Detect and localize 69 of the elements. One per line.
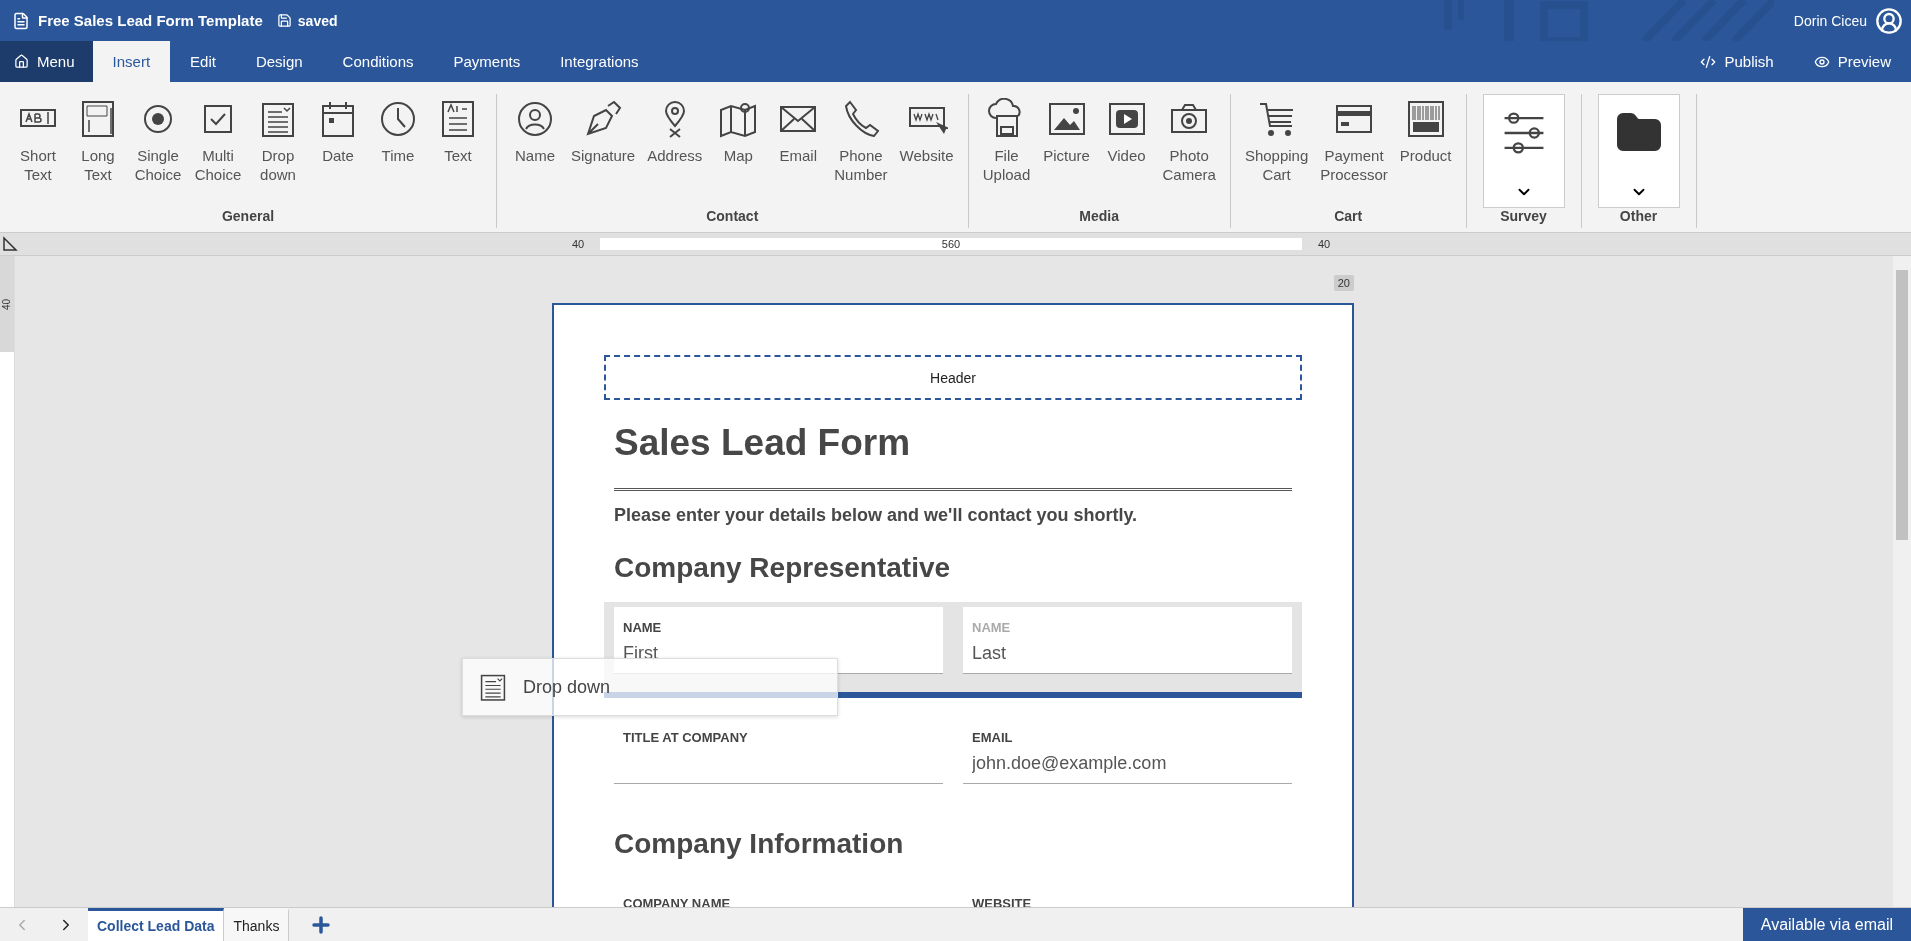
field-input[interactable]: Last: [972, 641, 1283, 665]
insert-field-button[interactable]: Website: [893, 94, 960, 169]
group-label: General: [220, 208, 276, 226]
ribbon-tab[interactable]: Payments: [433, 41, 541, 82]
ruler-margin-label: 40: [570, 238, 586, 250]
group-label: Cart: [1333, 208, 1364, 226]
field-label: EMAIL: [972, 730, 1014, 745]
field-label: TITLE AT COMPANY: [623, 730, 749, 745]
header-placeholder[interactable]: Header: [604, 355, 1302, 400]
insert-field-button[interactable]: Multi Choice: [188, 94, 248, 188]
ruler-corner-icon: [2, 236, 18, 252]
form-intro: Please enter your details below and we'll contact you shortly.: [614, 505, 1139, 526]
insert-field-button[interactable]: Phone Number: [828, 94, 894, 188]
group-label: Other: [1618, 208, 1659, 226]
insert-field-button[interactable]: Short Text: [8, 94, 68, 188]
insert-field-button[interactable]: Email: [768, 94, 829, 169]
insert-field-button[interactable]: Photo Camera: [1156, 94, 1222, 188]
publish-button[interactable]: Publish: [1680, 41, 1794, 82]
insert-field-button[interactable]: Shopping Cart: [1238, 94, 1315, 188]
group-menu-button[interactable]: [1482, 94, 1565, 208]
user-avatar-icon[interactable]: [1875, 6, 1903, 35]
insert-field-button[interactable]: Payment Processor: [1314, 94, 1394, 188]
page-tab[interactable]: Collect Lead Data: [88, 908, 225, 941]
ruler-width-label: 560: [941, 238, 961, 250]
ribbon-tab[interactable]: Insert: [92, 41, 171, 82]
group-label: Contact: [705, 208, 760, 226]
insert-field-button[interactable]: Name: [505, 94, 565, 169]
margin-badge: 20: [1333, 275, 1354, 291]
ribbon-tab[interactable]: Design: [235, 41, 323, 82]
page-tab[interactable]: Thanks: [224, 908, 290, 941]
group-label: Media: [1078, 208, 1121, 226]
document-title: Free Sales Lead Form Template: [38, 12, 263, 29]
ruler-margin-label: 40: [1316, 238, 1332, 250]
insert-field-button[interactable]: Product: [1393, 94, 1458, 169]
code-icon: [1700, 53, 1717, 70]
insert-field-button[interactable]: Long Text: [68, 94, 128, 188]
insert-field-button[interactable]: Picture: [1036, 94, 1097, 169]
field-label: NAME: [972, 620, 1012, 635]
menu-button[interactable]: Menu: [0, 41, 93, 82]
insert-field-button[interactable]: Single Choice: [128, 94, 188, 188]
section-heading: Company Information: [614, 828, 905, 860]
group-menu-button[interactable]: [1597, 94, 1680, 208]
ruler-margin-label: 40: [1, 298, 13, 310]
home-icon: [14, 54, 29, 69]
field-label: NAME: [623, 620, 663, 635]
insert-field-button[interactable]: File Upload: [976, 94, 1037, 188]
form-title: Sales Lead Form: [614, 422, 912, 464]
save-status: saved: [297, 12, 338, 29]
scrollbar[interactable]: [1893, 256, 1911, 907]
preview-button[interactable]: Preview: [1793, 41, 1911, 82]
insert-field-button[interactable]: Address: [641, 94, 709, 169]
insert-field-button[interactable]: Date: [308, 94, 368, 169]
field-input[interactable]: john.doe@example.com: [972, 751, 1283, 775]
insert-field-button[interactable]: Video: [1096, 94, 1157, 169]
ribbon-tab[interactable]: Integrations: [540, 41, 659, 82]
status-button[interactable]: Available via email: [1742, 908, 1911, 941]
save-icon: [276, 13, 292, 28]
insert-field-button[interactable]: Map: [708, 94, 769, 169]
section-heading: Company Representative: [614, 552, 952, 584]
insert-field-button[interactable]: Time: [368, 94, 428, 169]
ribbon-tab[interactable]: Edit: [170, 41, 236, 82]
document-icon: [12, 11, 30, 30]
group-label: Survey: [1499, 208, 1548, 226]
drag-preview-tooltip: Drop down: [462, 658, 838, 716]
insert-field-button[interactable]: Signature: [565, 94, 642, 169]
insert-field-button[interactable]: Drop down: [248, 94, 308, 188]
ribbon-tab[interactable]: Conditions: [322, 41, 434, 82]
insert-field-button[interactable]: Text: [428, 94, 488, 169]
user-name: Dorin Ciceu: [1793, 12, 1867, 29]
